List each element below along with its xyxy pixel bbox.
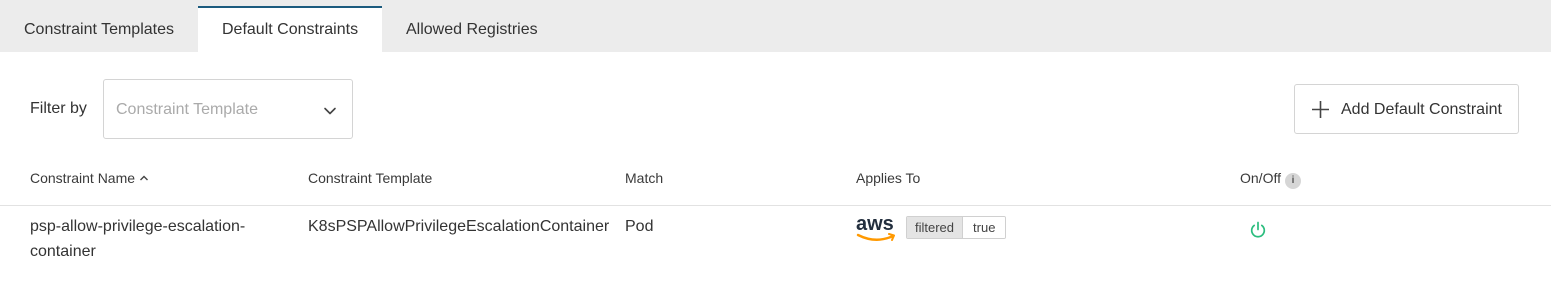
add-default-constraint-button[interactable]: Add Default Constraint xyxy=(1294,84,1519,134)
match-cell: Pod xyxy=(625,218,654,235)
header-divider xyxy=(0,205,1551,206)
tab-constraint-templates[interactable]: Constraint Templates xyxy=(0,6,198,52)
column-header-on-off: On/Off i xyxy=(1240,170,1301,189)
plus-icon xyxy=(1312,101,1329,118)
tab-allowed-registries[interactable]: Allowed Registries xyxy=(382,6,562,52)
power-toggle-icon[interactable] xyxy=(1249,221,1267,239)
aws-logo: aws xyxy=(856,214,898,244)
column-header-label: On/Off xyxy=(1240,170,1281,186)
constraint-template-cell: K8sPSPAllowPrivilegeEscalationContainer xyxy=(308,218,610,235)
aws-logo-text: aws xyxy=(856,213,894,235)
chevron-down-icon xyxy=(324,107,336,115)
column-header-label: Constraint Name xyxy=(30,170,136,186)
column-header-constraint-template: Constraint Template xyxy=(308,170,433,186)
tab-default-constraints[interactable]: Default Constraints xyxy=(198,6,382,52)
constraint-name-cell: psp-allow-privilege-escalation-container xyxy=(30,218,246,260)
constraint-template-select[interactable]: Constraint Template xyxy=(103,79,353,139)
label-value: true xyxy=(962,217,1006,238)
info-icon[interactable]: i xyxy=(1284,173,1301,189)
select-placeholder: Constraint Template xyxy=(116,101,258,118)
add-default-constraint-label: Add Default Constraint xyxy=(1341,101,1502,118)
label-key: filtered xyxy=(907,217,963,238)
chevron-up-icon xyxy=(140,175,149,181)
column-header-match: Match xyxy=(625,170,664,186)
tab-bar: Constraint Templates Default Constraints… xyxy=(0,0,1551,52)
filter-label: Filter by xyxy=(30,100,87,117)
label-badge: filtered true xyxy=(906,216,1007,239)
column-header-constraint-name[interactable]: Constraint Name xyxy=(30,170,149,186)
column-header-applies-to: Applies To xyxy=(856,170,921,186)
aws-smile-icon xyxy=(856,233,895,241)
